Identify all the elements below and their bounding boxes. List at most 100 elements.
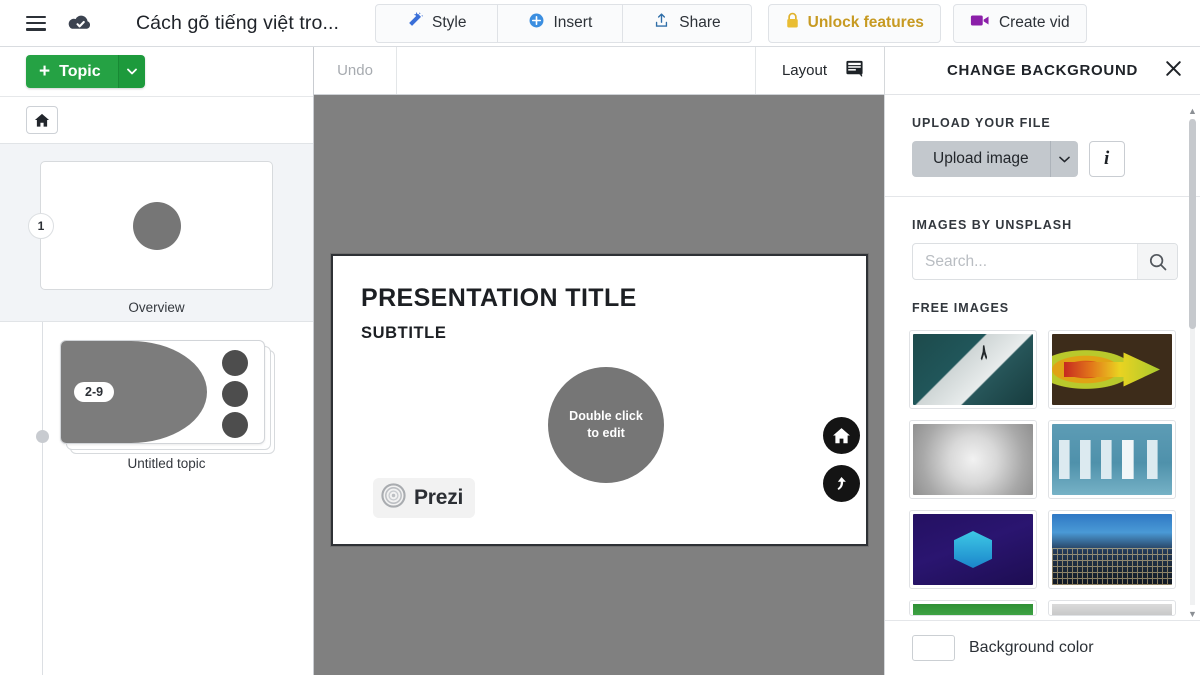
topic-thumbnail-stack: 2-9 bbox=[60, 340, 275, 454]
share-upload-icon bbox=[653, 12, 670, 34]
timeline-dot[interactable] bbox=[36, 430, 49, 443]
left-sidebar: + Topic 1 Overview 2-9 Untitled topic bbox=[0, 47, 314, 675]
grey-radial-gradient-image bbox=[913, 424, 1033, 495]
canvas-area: Undo Layout PRESENTATION TITLE SUBTITLE … bbox=[314, 47, 884, 675]
home-row bbox=[0, 97, 313, 144]
image-thumbnail[interactable] bbox=[1048, 420, 1176, 499]
plus-icon: + bbox=[39, 61, 51, 82]
free-images-grid bbox=[885, 326, 1200, 589]
panel-header: CHANGE BACKGROUND bbox=[885, 47, 1200, 95]
prezi-spiral-icon bbox=[381, 483, 406, 513]
canvas-toolbar: Undo Layout bbox=[314, 47, 884, 95]
scroll-up-icon[interactable]: ▲ bbox=[1188, 105, 1197, 116]
upload-image-button[interactable]: Upload image bbox=[912, 141, 1078, 177]
panel-scrollbar[interactable]: ▲ ▼ bbox=[1188, 105, 1197, 619]
image-thumbnail[interactable] bbox=[909, 600, 1037, 616]
layout-panel-icon bbox=[845, 59, 864, 82]
chevron-down-icon bbox=[126, 68, 137, 75]
background-color-label: Background color bbox=[969, 639, 1094, 656]
add-topic-dropdown[interactable] bbox=[117, 55, 145, 88]
isometric-servers-navy-image bbox=[913, 514, 1033, 585]
colorful-arrow-candy-image bbox=[1052, 334, 1172, 405]
image-thumbnail[interactable] bbox=[1048, 600, 1176, 616]
video-camera-icon bbox=[970, 13, 990, 33]
image-thumbnail[interactable] bbox=[1048, 510, 1176, 589]
canvas-zoom-out-button[interactable] bbox=[823, 465, 860, 502]
document-title[interactable]: Cách gõ tiếng việt tro... bbox=[136, 12, 339, 35]
timeline-rail bbox=[42, 322, 43, 675]
canvas-home-button[interactable] bbox=[823, 417, 860, 454]
magic-wand-icon bbox=[406, 11, 423, 34]
add-topic-main[interactable]: + Topic bbox=[26, 55, 118, 88]
upload-image-label: Upload image bbox=[912, 141, 1050, 177]
image-thumbnail[interactable] bbox=[1048, 330, 1176, 409]
search-icon bbox=[1149, 253, 1166, 270]
scroll-down-icon[interactable]: ▼ bbox=[1188, 608, 1197, 619]
top-bar: Cách gõ tiếng việt tro... Style Insert S… bbox=[0, 0, 1200, 47]
panel-scroll-region[interactable]: UPLOAD YOUR FILE Upload image i IMAGES B… bbox=[885, 95, 1200, 620]
slide-title[interactable]: PRESENTATION TITLE bbox=[361, 284, 637, 313]
topic-thumbnail[interactable]: 2-9 bbox=[60, 340, 265, 444]
chevron-down-icon bbox=[1058, 156, 1070, 162]
grey-gradient-image bbox=[1052, 604, 1172, 615]
image-thumbnail[interactable] bbox=[909, 510, 1037, 589]
overview-thumbnail[interactable]: 1 bbox=[28, 161, 273, 290]
add-topic-button[interactable]: + Topic bbox=[26, 55, 145, 88]
topics-section: 2-9 Untitled topic bbox=[0, 322, 313, 675]
share-button-label: Share bbox=[679, 14, 721, 31]
topic-dot-2 bbox=[222, 381, 248, 407]
image-thumbnail[interactable] bbox=[909, 330, 1037, 409]
unlock-features-label: Unlock features bbox=[807, 14, 924, 31]
editor-body: + Topic 1 Overview 2-9 Untitled topic Un… bbox=[0, 47, 1200, 675]
slide-frame[interactable]: PRESENTATION TITLE SUBTITLE Double click… bbox=[331, 254, 868, 546]
home-icon bbox=[34, 113, 50, 127]
prezi-logo[interactable]: Prezi bbox=[373, 478, 476, 518]
lock-icon bbox=[785, 12, 800, 34]
circle-line-1: Double click bbox=[569, 409, 643, 424]
undo-button[interactable]: Undo bbox=[314, 47, 397, 94]
diver-on-white-ramp-image bbox=[913, 334, 1033, 405]
unlock-features-button[interactable]: Unlock features bbox=[767, 3, 941, 43]
style-button[interactable]: Style bbox=[375, 3, 498, 43]
top-bar-actions: Style Insert Share Unlock features Creat… bbox=[375, 3, 1087, 43]
layout-button[interactable]: Layout bbox=[754, 47, 884, 94]
slide-placeholder-circle[interactable]: Double click to edit bbox=[548, 367, 664, 483]
hamburger-icon[interactable] bbox=[26, 15, 46, 31]
add-topic-label: Topic bbox=[59, 62, 101, 80]
topic-range-badge: 2-9 bbox=[74, 382, 115, 402]
search-input[interactable] bbox=[913, 244, 1137, 279]
scrollbar-thumb[interactable] bbox=[1189, 119, 1196, 329]
upload-info-button[interactable]: i bbox=[1088, 141, 1125, 177]
arrow-up-curve-icon bbox=[837, 477, 846, 490]
circle-line-2: to edit bbox=[587, 426, 625, 440]
slide-subtitle[interactable]: SUBTITLE bbox=[361, 324, 446, 343]
upload-image-dropdown[interactable] bbox=[1049, 141, 1078, 177]
free-images-label: FREE IMAGES bbox=[912, 301, 1010, 315]
insert-button-label: Insert bbox=[553, 14, 593, 31]
prezi-logo-text: Prezi bbox=[414, 486, 464, 509]
slide-canvas[interactable]: PRESENTATION TITLE SUBTITLE Double click… bbox=[314, 95, 884, 675]
topic-dot-3 bbox=[222, 412, 248, 438]
unsplash-section-label: IMAGES BY UNSPLASH bbox=[912, 218, 1073, 232]
add-topic-row: + Topic bbox=[0, 47, 313, 97]
share-button[interactable]: Share bbox=[623, 3, 752, 43]
create-video-button[interactable]: Create vid bbox=[952, 3, 1087, 43]
background-color-row[interactable]: Background color bbox=[885, 620, 1200, 675]
insert-button[interactable]: Insert bbox=[497, 3, 624, 43]
unsplash-search[interactable] bbox=[912, 243, 1178, 280]
overview-shape bbox=[132, 201, 181, 250]
cloud-saved-icon bbox=[66, 12, 94, 34]
search-button[interactable] bbox=[1137, 244, 1177, 279]
topic-dot-1 bbox=[222, 350, 248, 376]
sidebar-home-button[interactable] bbox=[26, 106, 58, 134]
background-color-swatch[interactable] bbox=[912, 635, 955, 661]
city-skyline-night-image bbox=[1052, 514, 1172, 585]
top-bar-left: Cách gõ tiếng việt tro... bbox=[0, 12, 339, 35]
style-button-label: Style bbox=[432, 14, 467, 31]
close-icon[interactable] bbox=[1164, 59, 1183, 83]
plus-circle-icon bbox=[528, 12, 545, 34]
overview-number-badge: 1 bbox=[28, 212, 54, 239]
home-icon bbox=[833, 427, 850, 443]
image-thumbnail[interactable] bbox=[909, 420, 1037, 499]
change-background-panel: CHANGE BACKGROUND UPLOAD YOUR FILE Uploa… bbox=[884, 47, 1200, 675]
